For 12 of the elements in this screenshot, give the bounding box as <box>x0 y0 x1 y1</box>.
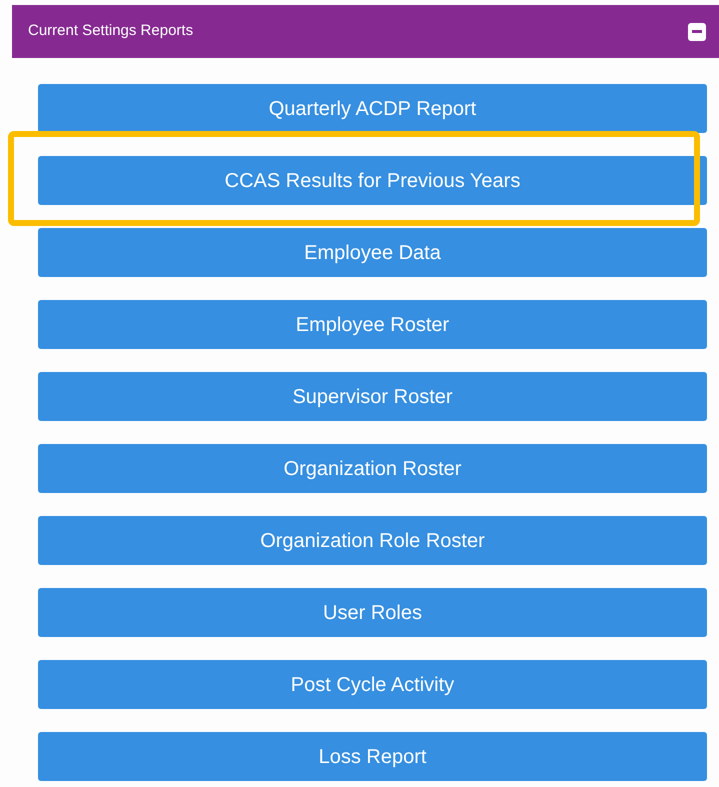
report-button[interactable]: Organization Roster <box>38 444 707 493</box>
report-button[interactable]: Employee Data <box>38 228 707 277</box>
report-button[interactable]: Quarterly ACDP Report <box>38 84 707 133</box>
report-button[interactable]: Employee Roster <box>38 300 707 349</box>
report-button[interactable]: Organization Role Roster <box>38 516 707 565</box>
panel-title: Current Settings Reports <box>28 21 194 42</box>
report-button[interactable]: User Roles <box>38 588 707 637</box>
report-button[interactable]: Loss Report <box>38 732 707 781</box>
report-button[interactable]: Post Cycle Activity <box>38 660 707 709</box>
report-button[interactable]: CCAS Results for Previous Years <box>38 156 707 205</box>
collapse-button[interactable] <box>688 22 706 40</box>
report-button[interactable]: Supervisor Roster <box>38 372 707 421</box>
